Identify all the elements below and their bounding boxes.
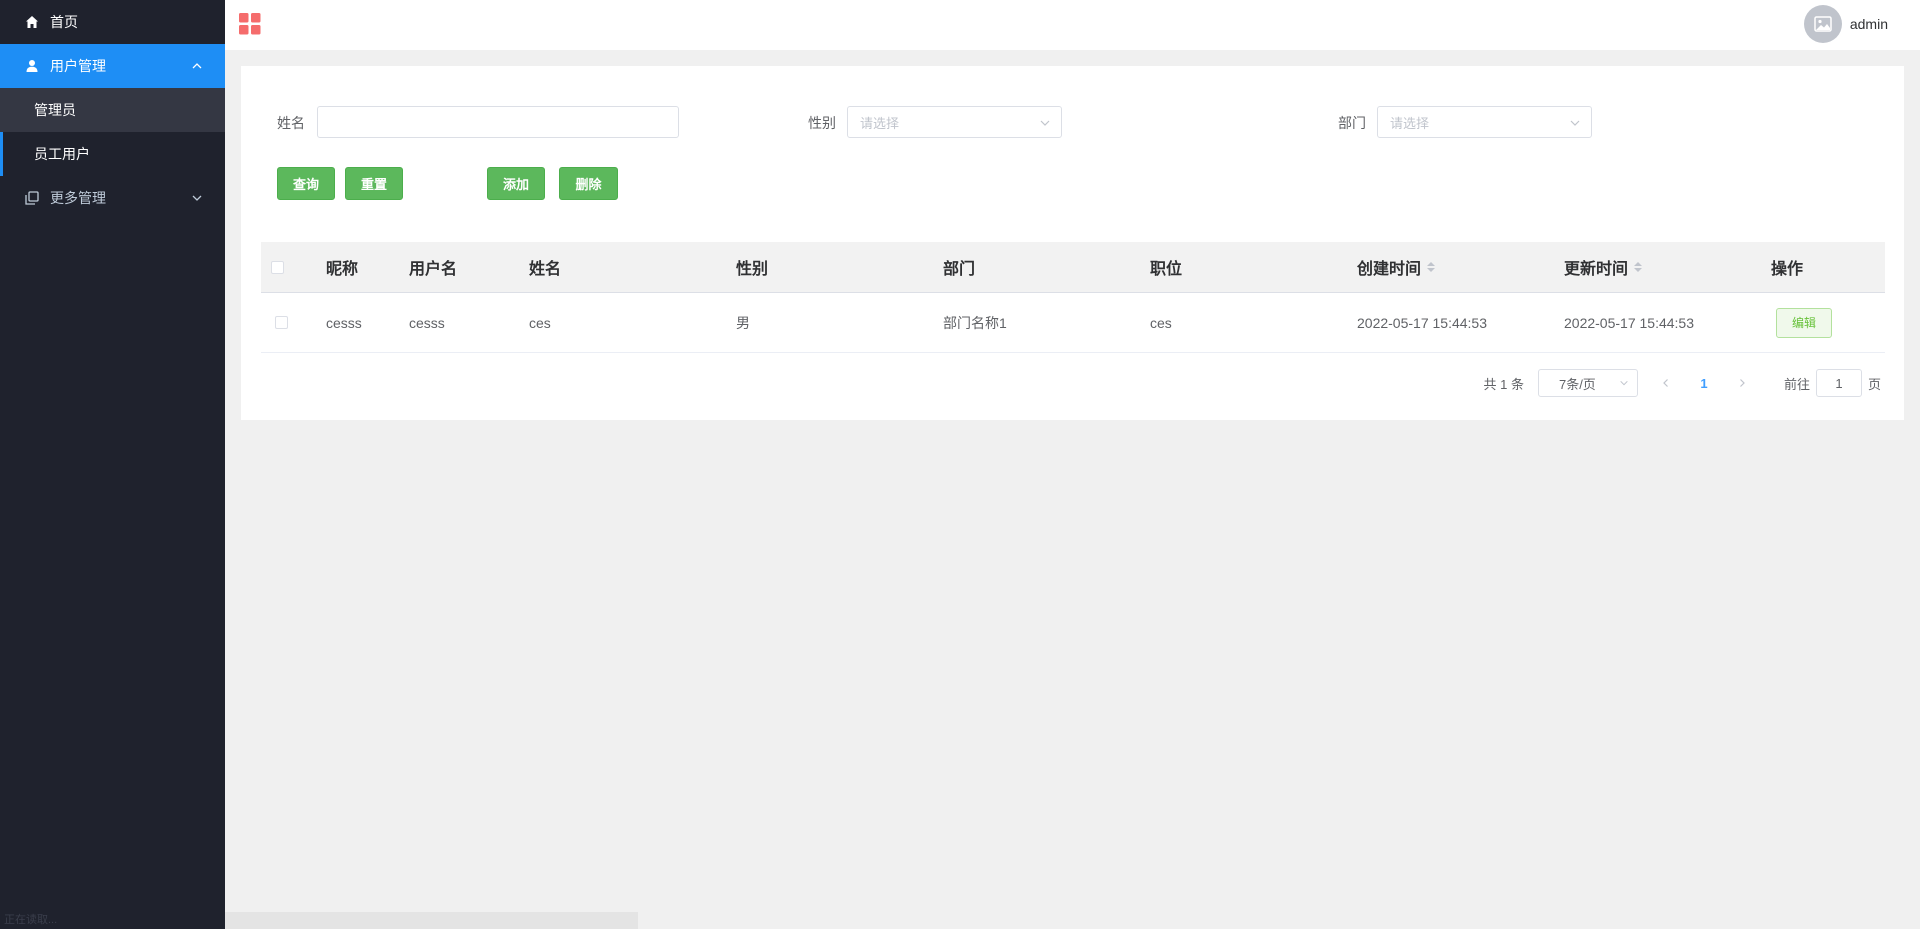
goto-page-input[interactable]: 1 [1815,369,1862,397]
name-filter-label: 姓名 [277,115,305,131]
chevron-down-icon [1620,380,1628,386]
column-header-username: 用户名 [409,261,458,278]
pagination: 共 1 条 7条/页 1 前往 1 页 [1483,369,1881,397]
sidebar-item-admins[interactable]: 管理员 [0,88,225,132]
sort-icon[interactable] [1427,262,1436,272]
table-row: cesss cesss ces 男 部门名称1 ces 2022-05-17 1… [261,293,1885,353]
goto-label: 前往 [1783,376,1810,392]
chevron-right-icon [1740,379,1745,387]
sort-icon[interactable] [1634,262,1643,272]
delete-button[interactable]: 删除 [559,167,618,200]
column-header-updated-label: 更新时间 [1564,261,1629,278]
cell-name: ces [529,314,551,331]
cell-created: 2022-05-17 15:44:53 [1357,314,1487,331]
pagination-total: 共 1 条 [1483,376,1524,392]
cell-position: ces [1150,314,1172,331]
column-header-created[interactable]: 创建时间 [1357,242,1436,292]
page-size-value: 7条/页 [1558,376,1596,392]
goto-page: 前往 1 页 [1784,369,1881,397]
sidebar-item-label: 用户管理 [50,58,106,74]
chevron-down-icon [1040,120,1050,126]
column-header-created-label: 创建时间 [1357,261,1422,278]
chevron-up-icon [192,63,202,69]
avatar[interactable] [1803,5,1842,43]
table-header: 昵称 用户名 姓名 性别 部门 职位 创建时间 更新时间 操作 [261,242,1885,293]
page-size-select[interactable]: 7条/页 [1537,369,1638,397]
sidebar-item-label: 首页 [50,14,78,30]
user-icon [24,58,40,74]
grid-menu-icon[interactable] [239,13,261,35]
reset-button[interactable]: 重置 [345,167,403,200]
column-header-dept: 部门 [943,261,976,278]
prev-page-button[interactable] [1652,369,1680,397]
home-icon [24,14,40,30]
sidebar-item-label: 管理员 [34,102,76,118]
gender-select[interactable]: 请选择 [847,106,1062,138]
cell-dept: 部门名称1 [943,314,1007,331]
chevron-down-icon [192,195,202,201]
loading-status-text: 正在读取... [4,914,58,926]
top-header: admin [225,0,1920,50]
sidebar-item-more-management[interactable]: 更多管理 [0,176,225,220]
column-header-updated[interactable]: 更新时间 [1564,242,1643,292]
column-header-name: 姓名 [529,261,562,278]
sidebar: 首页 用户管理 管理员 员工用户 更多管理 正在读取... [0,0,225,929]
gender-select-placeholder: 请选择 [860,115,900,131]
sidebar-item-label: 更多管理 [50,190,106,206]
dept-select-placeholder: 请选择 [1390,115,1430,131]
sidebar-item-home[interactable]: 首页 [0,0,225,44]
user-menu[interactable]: admin [1803,5,1888,43]
cell-updated: 2022-05-17 15:44:53 [1564,314,1694,331]
horizontal-scrollbar[interactable] [225,912,638,929]
page-number-current[interactable]: 1 [1694,376,1714,391]
edit-button[interactable]: 编辑 [1776,307,1832,338]
chevron-left-icon [1663,379,1668,387]
sidebar-item-user-management[interactable]: 用户管理 [0,44,225,88]
select-all-checkbox[interactable] [271,260,284,274]
cell-nickname: cesss [326,314,362,331]
query-button[interactable]: 查询 [277,167,335,200]
cell-username: cesss [409,314,445,331]
row-checkbox[interactable] [275,316,288,329]
dept-select[interactable]: 请选择 [1377,106,1592,138]
dept-filter-label: 部门 [1338,115,1366,131]
column-header-nickname: 昵称 [326,261,359,278]
column-header-position: 职位 [1150,261,1183,278]
goto-suffix: 页 [1867,376,1881,392]
sidebar-item-employee-users[interactable]: 员工用户 [0,132,225,176]
image-placeholder-icon [1814,16,1832,32]
name-filter-input[interactable] [317,106,679,138]
column-header-actions: 操作 [1771,261,1804,278]
sidebar-item-label: 员工用户 [34,146,90,162]
content-card: 姓名 性别 请选择 部门 请选择 查询 重置 添加 删除 昵称 用户名 姓名 性… [241,66,1904,420]
chevron-down-icon [1570,120,1580,126]
username: admin [1849,16,1888,32]
next-page-button[interactable] [1728,369,1756,397]
add-button[interactable]: 添加 [487,167,545,200]
gender-filter-label: 性别 [808,115,836,131]
column-header-gender: 性别 [736,261,769,278]
user-table: 昵称 用户名 姓名 性别 部门 职位 创建时间 更新时间 操作 cesss ce… [261,242,1885,353]
copy-icon [24,190,40,206]
cell-gender: 男 [736,314,750,331]
